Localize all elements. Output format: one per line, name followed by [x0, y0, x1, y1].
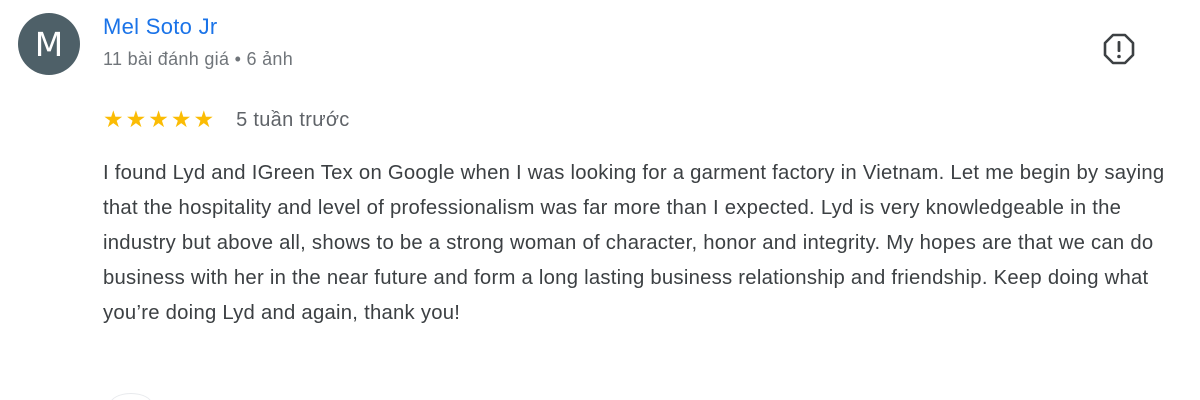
review-date: 5 tuần trước	[236, 108, 350, 131]
rating-row: ★ ★ ★ ★ ★ 5 tuần trước	[103, 106, 350, 134]
author-name[interactable]: Mel Soto Jr	[103, 14, 218, 40]
star-icon: ★	[103, 106, 124, 133]
star-icon: ★	[193, 106, 215, 133]
star-icon: ★	[125, 106, 147, 133]
star-rating: ★ ★ ★ ★ ★	[103, 106, 215, 133]
author-meta: 11 bài đánh giá • 6 ảnh	[103, 49, 294, 69]
like-icon[interactable]	[110, 393, 152, 400]
star-icon: ★	[170, 106, 192, 133]
review-card: M Mel Soto Jr 11 bài đánh giá • 6 ảnh ★ …	[0, 0, 1200, 400]
avatar-initial: M	[34, 24, 64, 64]
report-icon-graphic	[1103, 33, 1135, 65]
star-icon: ★	[148, 106, 169, 133]
avatar[interactable]: M	[18, 13, 80, 75]
report-icon[interactable]	[1101, 31, 1137, 67]
review-text: I found Lyd and IGreen Tex on Google whe…	[103, 162, 1165, 324]
